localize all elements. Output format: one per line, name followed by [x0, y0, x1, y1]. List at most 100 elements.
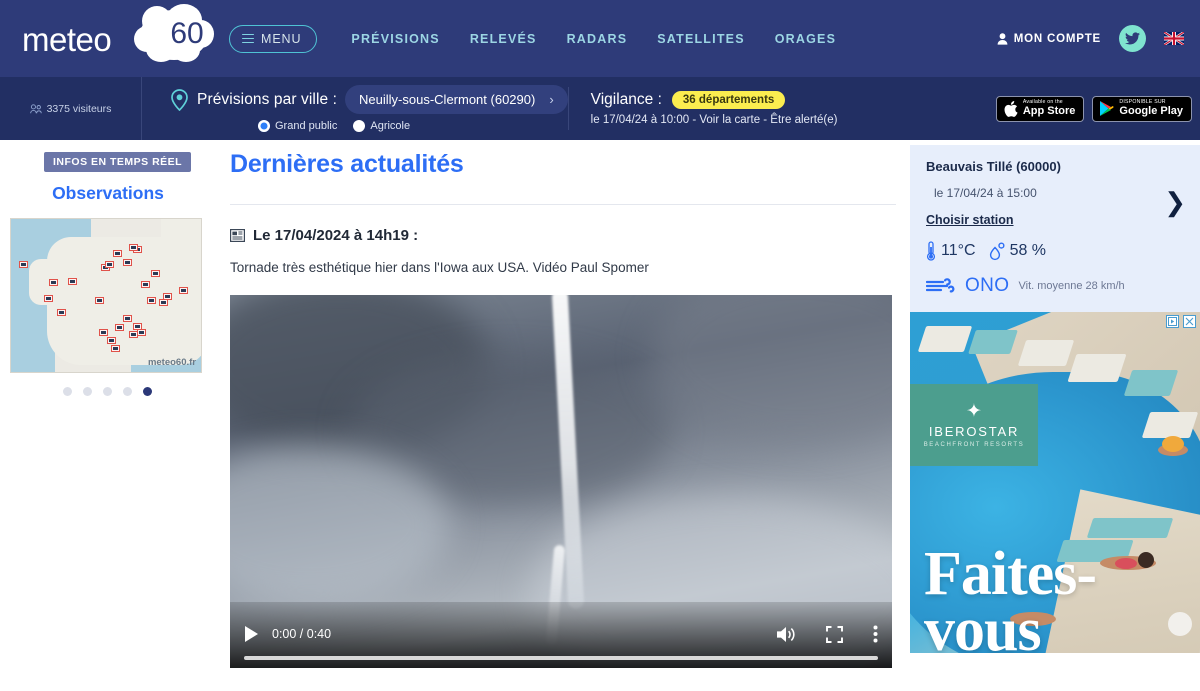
choose-station-link[interactable]: Choisir station [926, 213, 1014, 227]
nav-item-satellites[interactable]: SATELLITES [657, 32, 744, 46]
thermometer-icon [926, 241, 936, 261]
weather-datetime: le 17/04/24 à 15:00 [934, 186, 1037, 200]
chevron-right-icon: › [549, 92, 554, 107]
video-progress-bar[interactable] [244, 656, 878, 660]
humidity-reading: 58 % [989, 241, 1047, 261]
menu-button[interactable]: MENU [229, 24, 318, 53]
city-select-value: Neuilly-sous-Clermont (60290) [359, 92, 536, 107]
close-icon [1185, 317, 1194, 326]
nav-item-previsions[interactable]: PRÉVISIONS [351, 32, 439, 46]
ad-controls [1166, 315, 1196, 328]
weather-station-name: Beauvais Tillé (60000) [926, 159, 1061, 174]
city-forecast-label: Prévisions par ville : [197, 90, 338, 108]
site-header: meteo 60 MENU PRÉVISIONS RELEVÉS RADARS … [0, 0, 1200, 77]
ad-brand-logo: ✦ IBEROSTAR BEACHFRONT RESORTS [910, 384, 1038, 466]
app-store-badges: Available on the App Store DISPONIBLE SU… [995, 77, 1200, 140]
map-watermark: meteo60.fr [147, 357, 196, 368]
radio-agricole-label: Agricole [370, 120, 411, 132]
location-pin-icon [171, 88, 188, 111]
weather-readings: 11°C 58 % [926, 241, 1184, 261]
app-store-big: App Store [1022, 105, 1076, 118]
radio-agricole[interactable]: Agricole [353, 120, 410, 132]
sub-header: 3375 visiteurs Prévisions par ville : Ne… [0, 77, 1200, 140]
primary-nav: PRÉVISIONS RELEVÉS RADARS SATELLITES ORA… [351, 32, 836, 46]
vigilance-sub[interactable]: le 17/04/24 à 10:00 - Voir la carte - Êt… [591, 114, 838, 126]
video-play-button[interactable] [244, 626, 258, 642]
france-observations-map[interactable]: meteo60.fr [10, 218, 202, 373]
logo-cloud-icon: 60 [132, 4, 216, 66]
menu-button-label: MENU [261, 31, 302, 46]
adchoices-button[interactable] [1166, 315, 1179, 328]
carousel-dot-2[interactable] [82, 387, 92, 396]
article-video-player[interactable]: 0:00 / 0:40 [230, 295, 892, 668]
hamburger-icon [242, 33, 254, 44]
app-store-button[interactable]: Available on the App Store [995, 95, 1085, 122]
main-content: Dernières actualités Le 17/04/2024 à 14h… [212, 140, 910, 691]
ad-headline-line1: Faites- [924, 540, 1097, 609]
user-icon [997, 32, 1008, 45]
nav-item-releves[interactable]: RELEVÉS [470, 32, 537, 46]
video-volume-button[interactable] [777, 626, 796, 643]
article-date: Le 17/04/2024 à 14h19 : [230, 227, 896, 244]
nav-item-orages[interactable]: ORAGES [775, 32, 836, 46]
radio-grand-public-label: Grand public [275, 120, 338, 132]
advertisement-banner[interactable]: ✦ IBEROSTAR BEACHFRONT RESORTS Faites- v… [910, 312, 1200, 653]
video-time-display: 0:00 / 0:40 [272, 627, 332, 641]
radio-grand-public-dot [258, 120, 270, 132]
carousel-dots [10, 387, 204, 396]
radio-agricole-dot [353, 120, 366, 132]
logo-number: 60 [170, 17, 204, 50]
page-body: INFOS EN TEMPS RÉEL Observations meteo60… [0, 140, 1200, 691]
temperature-value: 11°C [941, 242, 976, 259]
carousel-dot-4[interactable] [122, 387, 132, 396]
video-more-options-button[interactable] [873, 625, 878, 643]
video-fullscreen-button[interactable] [826, 625, 843, 643]
article-body: Tornade très esthétique hier dans l'Iowa… [230, 260, 649, 275]
weather-next-button[interactable]: ❯ [1164, 189, 1186, 215]
ad-close-button[interactable] [1183, 315, 1196, 328]
ad-headline: Faites- vous [924, 540, 1097, 653]
account-label: MON COMPTE [1013, 32, 1101, 45]
weather-station-card: Beauvais Tillé (60000) le 17/04/24 à 15:… [910, 145, 1200, 312]
twitter-icon [1125, 32, 1140, 45]
radio-grand-public[interactable]: Grand public [258, 120, 337, 132]
audience-radio-group: Grand public Agricole [258, 120, 568, 132]
carousel-dot-5[interactable] [142, 387, 152, 396]
carousel-dot-1[interactable] [62, 387, 72, 396]
account-button[interactable]: MON COMPTE [997, 33, 1101, 45]
visitors-counter: 3375 visiteurs [0, 77, 142, 140]
ad-brand-tagline: BEACHFRONT RESORTS [923, 442, 1025, 448]
observations-title[interactable]: Observations [10, 183, 206, 204]
city-select[interactable]: Neuilly-sous-Clermont (60290) › [345, 85, 568, 114]
left-sidebar: INFOS EN TEMPS RÉEL Observations meteo60… [0, 140, 212, 691]
humidity-value: 58 % [1009, 242, 1047, 259]
vigilance-badge[interactable]: 36 départements [671, 91, 786, 109]
right-sidebar: Beauvais Tillé (60000) le 17/04/24 à 15:… [910, 140, 1200, 691]
site-logo[interactable]: meteo 60 [14, 0, 214, 77]
carousel-dot-3[interactable] [102, 387, 112, 396]
news-icon [230, 229, 245, 242]
nav-item-radars[interactable]: RADARS [567, 32, 628, 46]
google-play-button[interactable]: DISPONIBLE SUR Google Play [1092, 95, 1192, 122]
vigilance-block: Vigilance : 36 départements le 17/04/24 … [569, 77, 838, 140]
twitter-button[interactable] [1119, 25, 1146, 52]
temperature-reading: 11°C [926, 241, 976, 261]
video-controls: 0:00 / 0:40 [230, 602, 892, 668]
visitors-label: 3375 visiteurs [46, 102, 112, 115]
city-forecast-block: Prévisions par ville : Neuilly-sous-Cler… [142, 77, 568, 140]
google-play-icon [1100, 101, 1114, 116]
divider [230, 204, 896, 205]
apple-icon [1004, 100, 1018, 117]
page-title: Dernières actualités [230, 150, 464, 178]
star-icon: ✦ [966, 401, 982, 422]
article-date-label: Le 17/04/2024 à 14h19 : [253, 227, 419, 244]
ad-brand-name: IBEROSTAR [928, 424, 1020, 439]
humidity-droplet-icon [989, 241, 1005, 260]
wind-direction: ONO [965, 275, 1010, 296]
header-right-actions: MON COMPTE [997, 25, 1186, 52]
vigilance-label: Vigilance : [590, 91, 662, 108]
visitors-icon [29, 103, 42, 113]
language-flag-button[interactable] [1164, 32, 1184, 45]
realtime-info-badge: INFOS EN TEMPS RÉEL [44, 152, 192, 172]
wind-speed: Vit. moyenne 28 km/h [1018, 280, 1125, 292]
